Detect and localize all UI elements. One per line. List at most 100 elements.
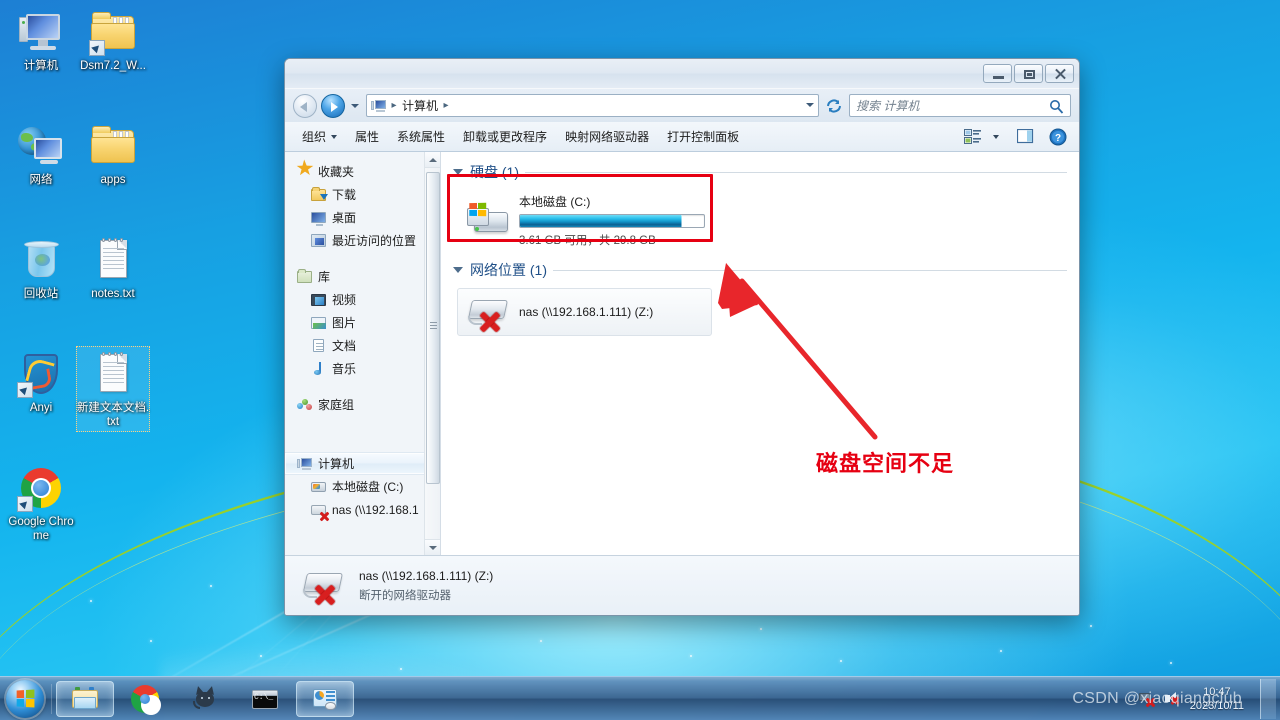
volume-muted-icon[interactable]	[1163, 690, 1180, 707]
desktop-icon-label: 回收站	[23, 288, 59, 300]
clock[interactable]: 10:47 2023/10/11	[1188, 685, 1250, 713]
window-title-bar[interactable]	[285, 59, 1079, 89]
explorer-window: ▸ 计算机 ▸ 组织	[284, 58, 1080, 616]
show-desktop-button[interactable]	[1260, 678, 1276, 719]
annotation-label: 磁盘空间不足	[816, 451, 955, 476]
shortcut-overlay-icon	[89, 40, 105, 56]
desktop-icon-apps-folder[interactable]: apps	[76, 122, 150, 188]
control-panel-icon	[310, 684, 340, 714]
breadcrumb-bar[interactable]: ▸ 计算机 ▸	[366, 94, 819, 117]
system-tray: 10:47 2023/10/11	[1138, 678, 1280, 719]
scroll-up-button[interactable]	[425, 152, 440, 168]
map-network-drive-button[interactable]: 映射网络驱动器	[556, 124, 658, 149]
nav-group-favorites[interactable]: 收藏夹	[285, 160, 440, 183]
desktop-icon-computer[interactable]: 计算机	[4, 8, 78, 74]
breadcrumb-item-computer[interactable]: 计算机	[401, 97, 439, 114]
desktop-icon-new-text-document[interactable]: 新建文本文档.txt	[76, 346, 150, 432]
nav-label: 本地磁盘 (C:)	[332, 480, 404, 494]
scroll-down-button[interactable]	[425, 539, 440, 555]
refresh-button[interactable]	[823, 95, 845, 117]
collapse-triangle-icon[interactable]	[453, 267, 463, 273]
desktop-icon-network[interactable]: 网络	[4, 122, 78, 188]
nav-item-pictures[interactable]: 图片	[285, 311, 440, 334]
collapse-triangle-icon[interactable]	[453, 169, 463, 175]
group-header-hard-disks[interactable]: 硬盘 (1)	[453, 162, 1067, 182]
recent-locations-dropdown[interactable]	[349, 95, 362, 117]
properties-button[interactable]: 属性	[346, 124, 388, 149]
desktop-icon-label: apps	[100, 174, 126, 186]
start-button[interactable]	[2, 679, 48, 719]
preview-pane-button[interactable]	[1013, 126, 1039, 148]
nav-item-music[interactable]: 音乐	[285, 357, 440, 380]
desktop-icon-dsm-folder[interactable]: Dsm7.2_W...	[76, 8, 150, 74]
breadcrumb-dropdown-icon[interactable]	[806, 103, 814, 107]
taskbar-button-control-panel[interactable]	[296, 680, 354, 717]
open-control-panel-button[interactable]: 打开控制面板	[658, 124, 748, 149]
navigation-scrollbar[interactable]	[424, 152, 440, 555]
navigation-pane: 收藏夹 下载 桌面 最近访问的位置 库 视频 图片 文档 音乐 家庭组 计算机 …	[285, 152, 441, 555]
nav-item-recent-places[interactable]: 最近访问的位置	[285, 229, 440, 252]
nav-group-computer[interactable]: 计算机	[285, 452, 440, 475]
desktop-icon-label: 网络	[29, 174, 53, 186]
pictures-icon	[311, 315, 327, 331]
scrollbar-thumb[interactable]	[426, 172, 440, 484]
desktop-icon-label: notes.txt	[91, 288, 135, 300]
nav-item-nas-drive[interactable]: nas (\\192.168.1	[285, 498, 440, 521]
homegroup-icon	[297, 397, 313, 413]
back-button[interactable]	[293, 93, 317, 118]
maximize-button[interactable]	[1014, 64, 1043, 83]
organize-label: 组织	[302, 130, 327, 144]
shield-icon	[17, 350, 65, 398]
capacity-bar-fill	[520, 214, 682, 227]
video-icon	[311, 292, 327, 308]
drive-tile-local-disk-c[interactable]: 本地磁盘 (C:) 3.61 GB 可用，共 29.8 GB	[457, 190, 712, 250]
uninstall-or-change-program-button[interactable]: 卸载或更改程序	[454, 124, 556, 149]
desktop-icon-notes-txt[interactable]: notes.txt	[76, 236, 150, 302]
group-header-network-locations[interactable]: 网络位置 (1)	[453, 260, 1067, 280]
help-button[interactable]: ?	[1045, 126, 1071, 148]
nav-label: 视频	[332, 293, 357, 307]
nav-item-desktop[interactable]: 桌面	[285, 206, 440, 229]
desktop-icon-google-chrome[interactable]: Google Chrome	[4, 464, 78, 543]
taskbar-button-kitty[interactable]	[176, 681, 234, 717]
forward-button[interactable]	[321, 93, 345, 118]
minimize-button[interactable]	[983, 64, 1012, 83]
desktop-icon-anyi[interactable]: Anyi	[4, 350, 78, 416]
file-list-pane: 硬盘 (1) 本地磁盘 (C:) 3.61 GB 可用，共 29.8 GB 网络…	[441, 152, 1079, 555]
nav-item-videos[interactable]: 视频	[285, 288, 440, 311]
taskbar-button-explorer[interactable]	[56, 680, 114, 717]
close-button[interactable]	[1045, 64, 1074, 83]
nav-label: 计算机	[318, 457, 355, 471]
nav-item-downloads[interactable]: 下载	[285, 183, 440, 206]
disconnected-network-drive-icon	[301, 565, 347, 607]
taskbar-button-command-prompt[interactable]: C:\_	[236, 681, 294, 717]
drive-tile-nas[interactable]: nas (\\192.168.1.111) (Z:)	[457, 288, 712, 336]
search-input[interactable]	[856, 98, 1064, 113]
view-dropdown-button[interactable]	[989, 126, 1005, 148]
desktop-icon-label: Google Chrome	[8, 516, 74, 542]
search-box[interactable]	[849, 94, 1071, 117]
window-controls	[983, 64, 1074, 83]
nav-item-local-disk-c[interactable]: 本地磁盘 (C:)	[285, 475, 440, 498]
network-disconnected-icon[interactable]	[1138, 690, 1155, 707]
change-view-button[interactable]	[963, 126, 989, 148]
text-file-icon	[89, 350, 137, 398]
taskbar-button-chrome[interactable]	[116, 681, 174, 717]
disconnected-network-drive-icon	[311, 502, 327, 518]
cmd-icon: C:\_	[250, 684, 280, 714]
desktop-icon-recycle-bin[interactable]: 回收站	[4, 236, 78, 302]
windows-logo-icon	[6, 679, 44, 718]
desktop-icon-label: 计算机	[23, 60, 59, 72]
command-toolbar: 组织 属性 系统属性 卸载或更改程序 映射网络驱动器 打开控制面板 ?	[285, 122, 1079, 152]
organize-menu-button[interactable]: 组织	[293, 124, 346, 149]
explorer-icon	[70, 684, 100, 714]
breadcrumb-separator[interactable]: ▸	[441, 100, 451, 111]
system-properties-button[interactable]: 系统属性	[388, 124, 454, 149]
nav-group-libraries[interactable]: 库	[285, 265, 440, 288]
drive-name: nas (\\192.168.1.111) (Z:)	[519, 305, 654, 319]
nav-item-documents[interactable]: 文档	[285, 334, 440, 357]
nav-group-homegroup[interactable]: 家庭组	[285, 393, 440, 416]
nav-label: 最近访问的位置	[332, 234, 417, 248]
drive-name: 本地磁盘 (C:)	[519, 194, 591, 209]
